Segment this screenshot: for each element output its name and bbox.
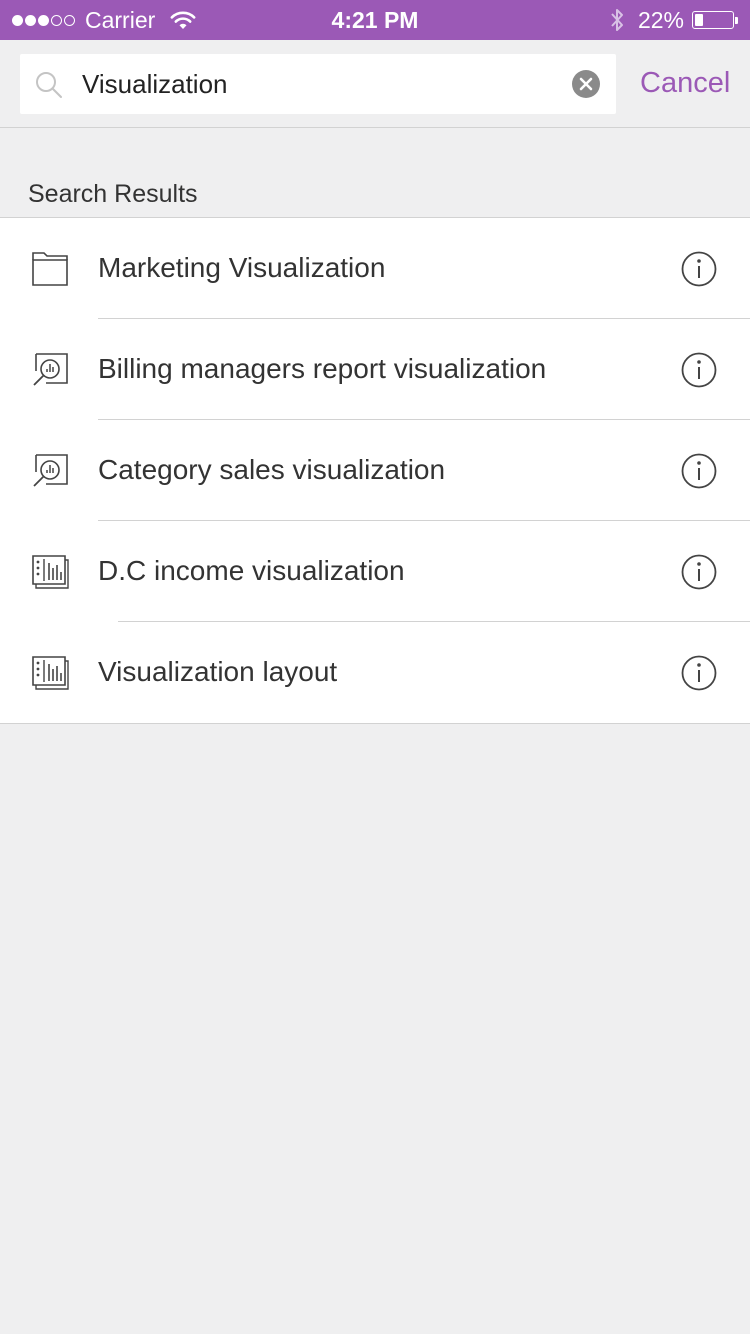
battery-fill: [695, 14, 703, 26]
list-item-label: D.C income visualization: [98, 555, 405, 586]
info-icon[interactable]: [680, 553, 718, 591]
cancel-button[interactable]: Cancel: [640, 40, 730, 126]
search-header: Cancel: [0, 40, 750, 128]
search-field[interactable]: [20, 54, 616, 114]
list-item[interactable]: Billing managers report visualization: [0, 319, 750, 420]
bluetooth-icon: [611, 9, 623, 31]
search-screen: Carrier 4:21 PM 22% Visualization Cancel…: [0, 0, 750, 1334]
wifi-icon: [170, 11, 196, 29]
status-left: Carrier: [12, 0, 197, 40]
section-title: Search Results: [28, 180, 198, 208]
signal-dot: [64, 14, 75, 26]
list-item-label: Category sales visualization: [98, 454, 446, 485]
list-item-label: Marketing Visualization: [98, 252, 386, 283]
status-bar: Carrier 4:21 PM 22%: [0, 0, 750, 40]
signal-dot: [38, 14, 49, 26]
info-icon[interactable]: [680, 351, 718, 389]
signal-strength-icon: [12, 14, 77, 26]
dashboard-icon: [32, 656, 69, 690]
list-item-label: Visualization layout: [98, 656, 338, 687]
signal-dot: [25, 14, 36, 26]
list-item[interactable]: Category sales visualization: [0, 420, 750, 521]
list-item[interactable]: Visualization layout: [0, 622, 750, 723]
folder-icon: [32, 252, 68, 286]
results-list: Marketing Visualization Billing managers…: [0, 217, 750, 724]
info-icon[interactable]: [680, 452, 718, 490]
battery-percent: 22%: [637, 6, 684, 33]
battery-icon: [692, 11, 734, 29]
search-icon: [36, 72, 62, 98]
list-item-label: Billing managers report visualization: [98, 353, 547, 384]
status-right: 22%: [608, 0, 738, 40]
list-item[interactable]: D.C income visualization: [0, 521, 750, 622]
signal-dot: [51, 14, 62, 26]
signal-dot: [12, 14, 23, 26]
battery-tip: [735, 16, 738, 24]
list-item[interactable]: Marketing Visualization: [0, 218, 750, 319]
carrier-name: Carrier: [85, 6, 156, 33]
info-icon[interactable]: [680, 250, 718, 288]
report-icon: [33, 454, 68, 487]
report-icon: [33, 353, 68, 386]
info-icon[interactable]: [680, 654, 718, 692]
clear-icon[interactable]: [572, 70, 600, 98]
search-input[interactable]: [82, 54, 562, 114]
dashboard-icon: [32, 555, 69, 589]
